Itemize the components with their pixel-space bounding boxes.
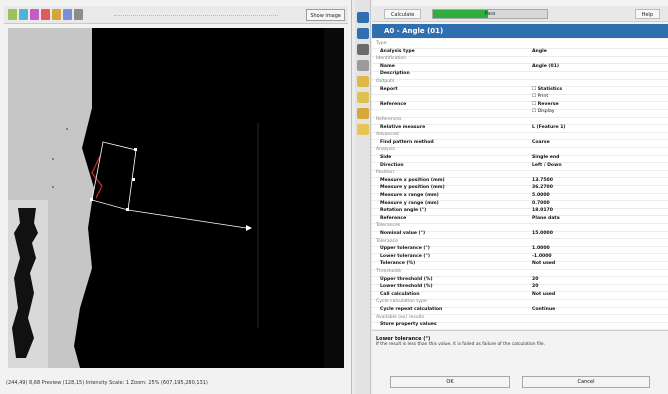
panel-title: A0 - Angle (01) — [372, 24, 668, 38]
help-button[interactable]: Help — [634, 9, 660, 19]
property-name: Description — [380, 71, 410, 77]
property-name: Tolerances — [376, 223, 401, 229]
status-bar: (244,49) 8,68 Preview (128,15) Intensity… — [6, 380, 208, 386]
property-name: Direction — [380, 162, 404, 168]
camera-icon[interactable] — [357, 60, 369, 71]
property-name: Reference — [380, 101, 407, 107]
show-image-button[interactable]: Show image — [306, 9, 345, 21]
property-name: Measure x position (mm) — [380, 177, 445, 183]
color-icon[interactable] — [52, 9, 61, 20]
property-name: Reference — [380, 215, 407, 221]
property-value[interactable]: 5.0000 — [532, 193, 550, 198]
pan-icon[interactable] — [30, 9, 39, 20]
property-name: Analysis — [376, 147, 395, 153]
application-window: Show image (244,49) 8,68 Preview (128,15… — [0, 0, 668, 394]
pointer-icon[interactable] — [8, 9, 17, 20]
property-name: Side — [380, 155, 392, 160]
image-icon[interactable] — [357, 76, 369, 87]
property-name: Outputs — [376, 79, 395, 84]
property-name: Analysis type — [380, 48, 415, 54]
property-name: Store property values — [380, 322, 437, 328]
property-value[interactable]: Single end — [532, 155, 559, 160]
settings-icon[interactable] — [74, 9, 83, 20]
undo-icon[interactable] — [357, 44, 369, 55]
property-value[interactable]: L (Feature 1) — [532, 125, 566, 130]
eye-icon[interactable] — [357, 12, 369, 23]
property-grid[interactable]: Type Analysis type Angle Identification Name… — [372, 39, 668, 331]
progress-text: Pass — [484, 11, 496, 17]
property-name: Measure y position (mm) — [380, 185, 445, 191]
property-value[interactable]: Left / Down — [532, 163, 562, 168]
property-value[interactable]: Continue — [532, 307, 555, 312]
property-name: Thresholds — [376, 269, 402, 274]
property-value[interactable]: -1.0000 — [532, 254, 552, 259]
property-value[interactable]: Plane data — [532, 216, 560, 221]
property-value[interactable]: Coarse — [532, 140, 550, 145]
calculate-button[interactable]: Calculate — [384, 9, 422, 19]
camera-image — [8, 28, 344, 368]
property-name: Cycle calculation type — [376, 299, 427, 305]
cancel-button[interactable]: Cancel — [522, 376, 650, 388]
layers-icon[interactable] — [357, 124, 369, 135]
property-value[interactable]: 13.7500 — [532, 178, 553, 183]
property-name: Relative measure — [380, 124, 426, 130]
property-name: Upper tolerance (°) — [380, 246, 430, 252]
eye-icon[interactable] — [357, 28, 369, 39]
property-name: Tolerance (%) — [380, 261, 416, 267]
property-name: Find pattern method — [380, 139, 434, 145]
property-name: Cycle repeat calculation — [380, 307, 443, 312]
property-value[interactable]: 1.0000 — [532, 246, 550, 251]
property-name: Upper threshold (%) — [380, 276, 433, 282]
measure-icon[interactable] — [41, 9, 50, 20]
property-value[interactable]: Angle (01) — [532, 64, 559, 69]
property-name: Lower tolerance (°) — [380, 253, 430, 259]
toolbar-separator — [114, 15, 278, 16]
property-value[interactable]: 20 — [532, 277, 538, 282]
chart-icon[interactable] — [357, 108, 369, 119]
property-value[interactable]: Not used — [532, 261, 555, 266]
run-bar: Calculate Pass Help — [372, 6, 668, 22]
description-text: If the result is less than this value, i… — [376, 342, 546, 347]
image-viewer: Show image (244,49) 8,68 Preview (128,15… — [0, 0, 352, 394]
property-value[interactable]: ☐ Print — [532, 94, 548, 99]
property-value[interactable]: ☐ Statistics — [532, 87, 562, 92]
property-name: Position — [376, 170, 394, 176]
folder-icon[interactable] — [357, 92, 369, 103]
image-canvas[interactable] — [8, 28, 344, 368]
viewer-toolbar: Show image — [4, 6, 348, 24]
row-separator — [372, 329, 668, 330]
tool-strip — [355, 0, 371, 394]
property-value[interactable]: ☐ Display — [532, 109, 555, 114]
property-name: Report — [380, 86, 398, 92]
ok-button[interactable]: OK — [390, 376, 510, 388]
property-value[interactable]: 0.7000 — [532, 201, 550, 206]
fit-icon[interactable] — [63, 9, 72, 20]
property-value[interactable]: ☐ Reverse — [532, 102, 559, 107]
property-name: Identification — [376, 56, 407, 62]
property-name: Lower threshold (%) — [380, 284, 433, 290]
property-name: Available (ex) results — [376, 314, 425, 320]
property-value[interactable]: 36.2700 — [532, 185, 553, 190]
property-name: Call calculation — [380, 291, 420, 297]
property-value[interactable]: Angle — [532, 49, 547, 54]
properties-panel: Calculate Pass Help A0 - Angle (01) Type… — [372, 0, 668, 394]
property-name: Name — [380, 63, 395, 69]
property-name: Type — [376, 41, 387, 46]
property-value[interactable]: 18.0170 — [532, 208, 553, 213]
property-name: Rotation angle (°) — [380, 208, 427, 214]
property-value[interactable]: 15.0000 — [532, 231, 553, 236]
zoom-icon[interactable] — [19, 9, 28, 20]
property-value[interactable]: 20 — [532, 284, 538, 289]
property-name: Advanced — [376, 132, 399, 138]
property-name: Measure y range (mm) — [380, 200, 439, 206]
property-name: Tolerance — [376, 238, 398, 244]
description-box: Lower tolerance (°) If the result is les… — [372, 333, 668, 373]
progress-bar: Pass — [432, 9, 548, 19]
property-name: Nominal value (°) — [380, 231, 426, 236]
property-value[interactable]: Not used — [532, 292, 555, 297]
property-name: Measure x range (mm) — [380, 193, 439, 198]
property-name: References — [376, 117, 402, 122]
